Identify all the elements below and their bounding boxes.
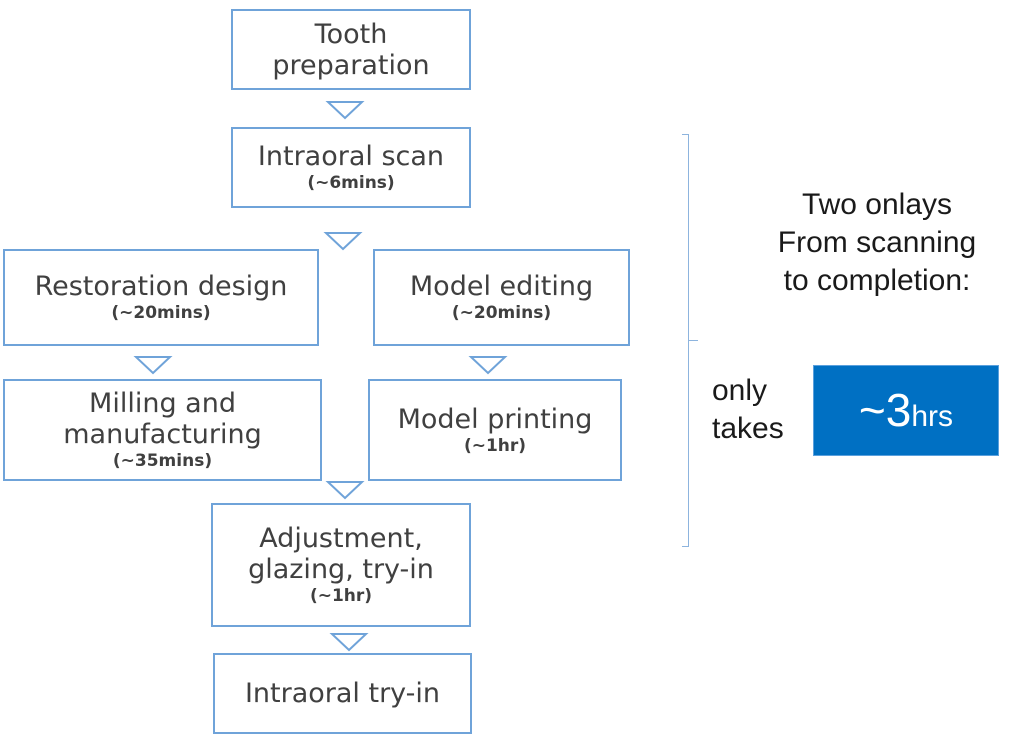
step-title: manufacturing <box>63 419 262 450</box>
step-model-editing: Model editing (~20mins) <box>373 249 630 346</box>
step-title: Restoration design <box>34 271 288 302</box>
step-tooth-preparation: Tooth preparation <box>231 9 471 90</box>
step-intraoral-scan: Intraoral scan (~6mins) <box>231 127 471 208</box>
step-duration: (~1hr) <box>463 435 527 456</box>
step-duration: (~1hr) <box>309 586 373 606</box>
step-title: Intraoral scan <box>257 141 445 172</box>
only-text: only <box>712 374 768 407</box>
arrow-down-icon <box>133 356 173 375</box>
step-duration: (~20mins) <box>111 303 211 323</box>
step-duration: (~35mins) <box>112 451 213 471</box>
step-title: Tooth <box>314 18 388 50</box>
step-title: preparation <box>272 49 430 81</box>
total-time-value: ~3 <box>858 384 912 436</box>
summary-line: From scanning <box>777 226 977 259</box>
step-restoration-design: Restoration design (~20mins) <box>3 249 319 346</box>
arrow-down-icon <box>323 232 363 251</box>
step-duration: (~20mins) <box>451 303 552 323</box>
step-title: glazing, try-in <box>248 554 434 585</box>
bracket-tick <box>688 340 698 341</box>
summary-line: to completion: <box>783 264 971 297</box>
summary-text: Two onlays From scanning to completion: <box>752 186 1002 300</box>
step-title: Milling and <box>89 388 236 419</box>
arrow-down-icon <box>325 101 365 120</box>
step-title: Intraoral try-in <box>244 678 441 709</box>
total-time-unit: hrs <box>911 400 954 433</box>
step-intraoral-try-in: Intraoral try-in <box>213 653 472 734</box>
only-takes-label: only takes <box>712 372 802 448</box>
arrow-down-icon <box>329 633 369 652</box>
summary-line: Two onlays <box>801 188 953 221</box>
step-title: Model printing <box>397 403 593 435</box>
arrow-down-icon <box>468 356 508 375</box>
step-model-printing: Model printing (~1hr) <box>368 379 622 481</box>
step-milling-manufacturing: Milling and manufacturing (~35mins) <box>3 379 322 481</box>
step-title: Adjustment, <box>259 523 423 554</box>
step-adjustment: Adjustment, glazing, try-in (~1hr) <box>211 503 471 627</box>
takes-text: takes <box>712 412 784 445</box>
step-duration: (~6mins) <box>307 173 395 193</box>
total-time-badge: ~3 hrs <box>813 365 999 456</box>
arrow-down-icon <box>325 481 365 500</box>
step-title: Model editing <box>409 271 594 302</box>
